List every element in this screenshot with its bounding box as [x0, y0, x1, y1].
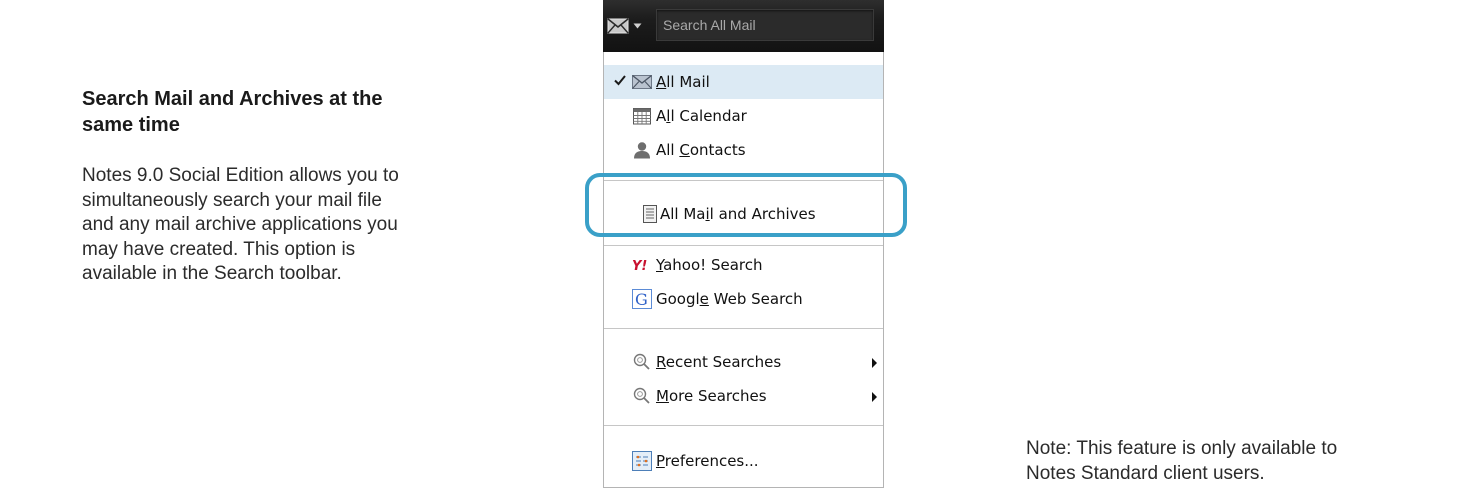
magnifier-icon [632, 353, 652, 371]
caret-down-icon [633, 23, 642, 29]
menu-separator [604, 328, 883, 330]
envelope-icon [607, 18, 629, 34]
menu-item-more-searches[interactable]: More Searches [604, 379, 883, 413]
menu-item-label: All Contacts [656, 141, 746, 159]
calendar-icon [632, 107, 652, 125]
menu-separator [604, 425, 883, 427]
menu-item-recent-searches[interactable]: Recent Searches [604, 345, 883, 379]
submenu-arrow-icon [872, 358, 877, 368]
submenu-arrow-icon [872, 392, 877, 402]
menu-item-all-mail[interactable]: All Mail [604, 65, 883, 99]
feature-title: Search Mail and Archives at the same tim… [82, 88, 383, 136]
search-menu-screenshot: All Mail All Calendar All Contacts [603, 0, 884, 488]
menu-item-google-web-search[interactable]: G Google Web Search [604, 282, 883, 316]
menu-separator [604, 245, 883, 247]
magnifier-icon [632, 387, 652, 405]
menu-item-all-mail-and-archives[interactable]: All Mail and Archives [604, 197, 883, 231]
svg-text:Y!: Y! [632, 259, 647, 273]
feature-body: Notes 9.0 Social Edition allows you to s… [82, 165, 399, 284]
menu-item-label: More Searches [656, 387, 767, 405]
menu-item-label: All Mail and Archives [660, 205, 816, 223]
menu-item-label: Recent Searches [656, 353, 782, 371]
feature-description: Search Mail and Archives at the same tim… [82, 86, 402, 287]
menu-item-all-calendar[interactable]: All Calendar [604, 99, 883, 133]
svg-text:G: G [635, 290, 648, 309]
menu-item-label: Yahoo! Search [656, 256, 763, 274]
google-icon: G [632, 289, 652, 309]
menu-item-label: All Mail [656, 73, 710, 91]
search-scope-button[interactable] [607, 12, 653, 40]
document-icon [640, 205, 660, 223]
envelope-icon [632, 73, 652, 91]
menu-item-preferences[interactable]: Preferences... [604, 444, 883, 478]
menu-item-all-contacts[interactable]: All Contacts [604, 133, 883, 167]
menu-item-label: Google Web Search [656, 290, 803, 308]
checkmark-icon [614, 75, 626, 86]
menu-item-yahoo-search[interactable]: Y! Yahoo! Search [604, 248, 883, 282]
menu-item-label: All Calendar [656, 107, 747, 125]
menu-separator [604, 180, 883, 182]
availability-note: Note: This feature is only available to … [1026, 438, 1338, 484]
search-input[interactable] [656, 9, 874, 41]
search-scope-menu: All Mail All Calendar All Contacts All M… [603, 52, 884, 488]
yahoo-icon: Y! [632, 256, 652, 274]
menu-item-label: Preferences... [656, 452, 759, 470]
person-icon [632, 141, 652, 159]
search-toolbar [603, 0, 884, 53]
preferences-icon [632, 451, 652, 471]
